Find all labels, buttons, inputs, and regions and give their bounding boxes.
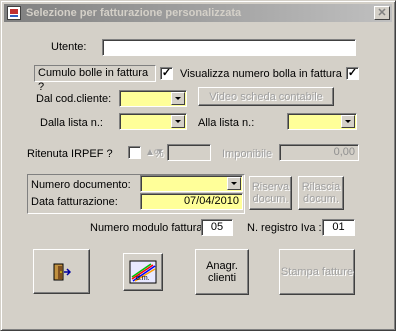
rilascia-docum-button[interactable]: Rilascia docum.: [298, 176, 344, 210]
imponibile-label: Imponibile: [222, 148, 273, 160]
dalla-lista-combo[interactable]: [119, 113, 187, 130]
dalla-lista-label: Dalla lista n.:: [40, 117, 103, 129]
data-fatturazione-label: Data fatturazione:: [31, 196, 118, 208]
cumulo-label-box: Cumulo bolle in fattura ?: [34, 65, 156, 93]
chevron-down-icon[interactable]: [341, 115, 355, 128]
exit-button[interactable]: [33, 249, 90, 294]
cumulo-checkbox[interactable]: ✓: [160, 67, 173, 80]
riserva-docum-button[interactable]: Riserva docum.: [249, 176, 292, 210]
anagr-clienti-button[interactable]: Anagr. clienti: [195, 249, 249, 295]
alla-lista-combo[interactable]: [287, 113, 357, 130]
chart-icon: d.m.: [129, 260, 157, 284]
visualizza-checkbox[interactable]: ✓: [346, 67, 359, 80]
dialog-window: Selezione per fatturazione personalizzat…: [0, 0, 396, 331]
data-fatturazione-field[interactable]: 07/04/2010: [140, 193, 243, 210]
stampa-fatture-button[interactable]: Stampa fatture: [279, 249, 355, 295]
app-icon: [7, 6, 21, 20]
svg-text:d.m.: d.m.: [136, 275, 150, 282]
chart-button[interactable]: d.m.: [123, 253, 163, 291]
modulo-field[interactable]: 05: [201, 219, 233, 236]
exit-door-icon: [53, 263, 71, 280]
video-scheda-button[interactable]: Video scheda contabile: [198, 87, 334, 106]
registro-label: N. registro Iva :: [247, 222, 322, 234]
numero-documento-label: Numero documento:: [31, 179, 131, 191]
cod-cliente-label: Dal cod.cliente:: [36, 93, 112, 105]
window-title: Selezione per fatturazione personalizzat…: [26, 7, 242, 19]
ritenuta-checkbox[interactable]: [128, 146, 141, 159]
ritenuta-label: Ritenuta IRPEF ?: [27, 148, 113, 160]
utente-label: Utente:: [51, 41, 87, 53]
chevron-down-icon[interactable]: [227, 177, 241, 190]
close-button[interactable]: ✕: [374, 6, 390, 20]
chevron-down-icon[interactable]: [171, 92, 185, 105]
ritenuta-percent-label: %: [154, 148, 164, 160]
alla-lista-label: Alla lista n.:: [198, 117, 255, 129]
utente-field[interactable]: [102, 39, 356, 56]
registro-field[interactable]: 01: [322, 219, 355, 236]
modulo-label: Numero modulo fattura:: [90, 222, 206, 234]
chevron-down-icon[interactable]: [171, 115, 185, 128]
numero-documento-combo[interactable]: [140, 175, 243, 192]
ritenuta-percent-field[interactable]: [167, 144, 211, 161]
visualizza-label: Visualizza numero bolla in fattura: [180, 68, 342, 80]
title-bar: Selezione per fatturazione personalizzat…: [4, 4, 392, 22]
imponibile-field[interactable]: 0,00: [279, 144, 359, 161]
cod-cliente-combo[interactable]: [119, 90, 187, 107]
